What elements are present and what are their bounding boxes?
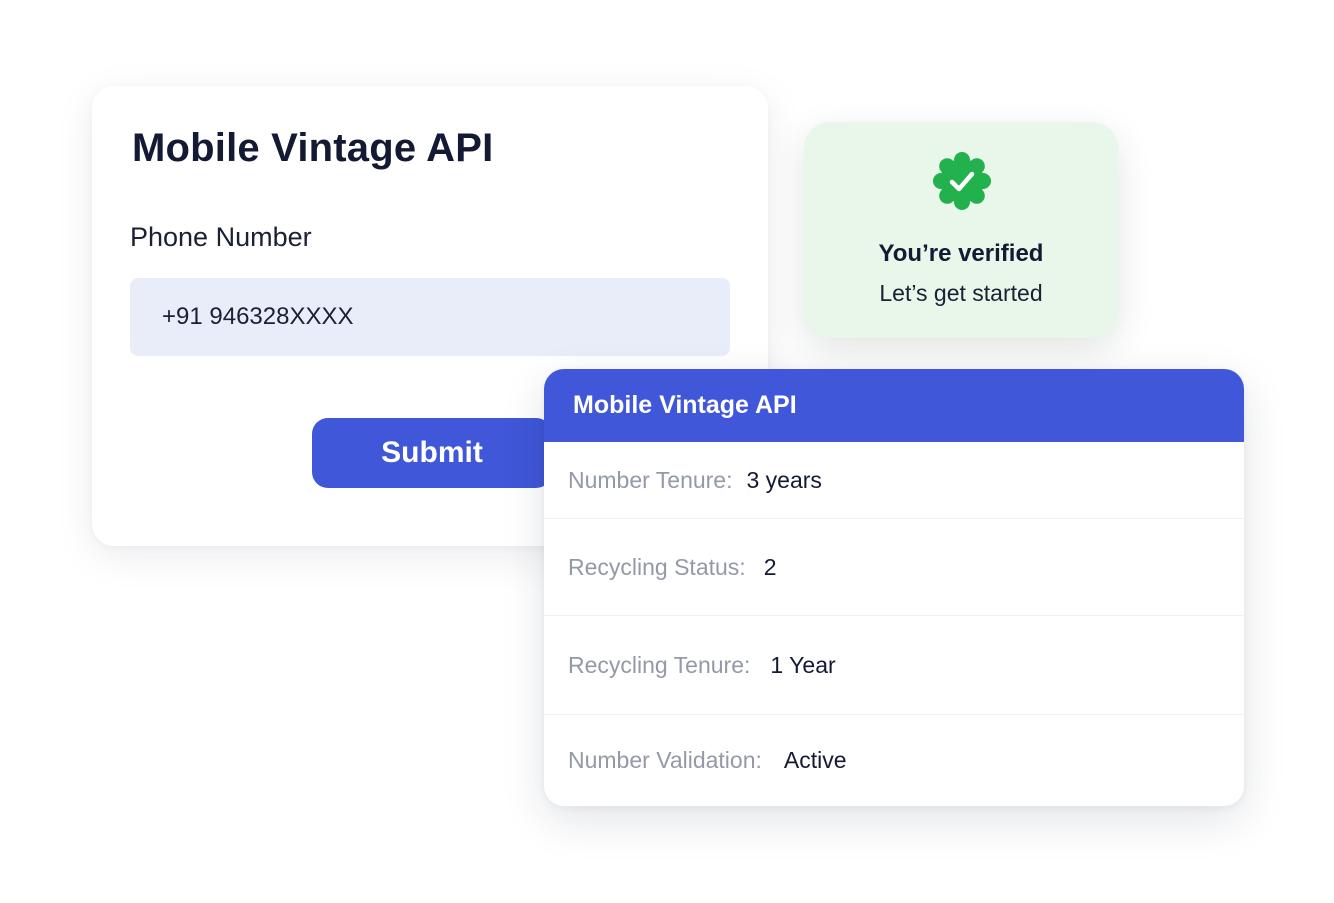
submit-button[interactable]: Submit <box>312 418 552 488</box>
row-value: 2 <box>763 553 777 580</box>
phone-number-label: Phone Number <box>130 222 312 252</box>
result-card-title: Mobile Vintage API <box>544 369 1244 442</box>
row-label: Recycling Tenure: <box>568 651 751 678</box>
row-value: 1 Year <box>770 651 836 678</box>
result-row-recycling-tenure: Recycling Tenure: 1 Year <box>544 616 1244 715</box>
result-row-number-validation: Number Validation: Active <box>544 715 1244 806</box>
row-value: Active <box>783 747 847 773</box>
row-value: 3 years <box>746 466 822 493</box>
row-label: Number Validation: <box>568 747 762 773</box>
verified-title: You’re verified <box>878 240 1044 267</box>
form-title: Mobile Vintage API <box>132 126 494 170</box>
row-label: Number Tenure: <box>568 466 733 493</box>
verified-card: You’re verified Let’s get started <box>804 122 1118 338</box>
result-card: Mobile Vintage API Number Tenure: 3 year… <box>544 369 1244 806</box>
row-label: Recycling Status: <box>568 553 746 580</box>
verified-badge-icon <box>933 152 991 210</box>
phone-number-input[interactable] <box>130 278 730 356</box>
result-row-recycling-status: Recycling Status: 2 <box>544 519 1244 616</box>
result-row-number-tenure: Number Tenure: 3 years <box>544 442 1244 519</box>
canvas: Mobile Vintage API Phone Number Submit Y… <box>0 0 1334 903</box>
verified-subtitle: Let’s get started <box>879 280 1043 306</box>
